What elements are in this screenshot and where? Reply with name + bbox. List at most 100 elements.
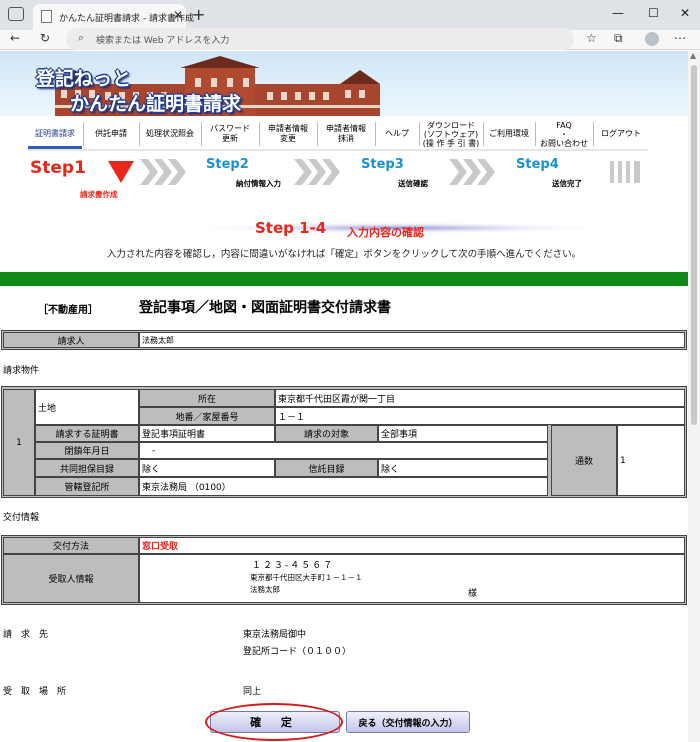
menu-supply-request[interactable]: 供託申請: [84, 119, 138, 149]
location-label: 所在: [139, 389, 275, 407]
maximize-icon[interactable]: ☐: [648, 6, 659, 20]
window-close-icon[interactable]: ✕: [680, 6, 690, 20]
request-target-label: 請求の対象: [275, 425, 378, 442]
step4-sub: 送信完了: [552, 179, 582, 188]
menu-password-update[interactable]: パスワード 更新: [202, 119, 258, 149]
menu-applicant-info-delete[interactable]: 申請者情報 抹消: [318, 119, 374, 149]
menu-help[interactable]: ヘルプ: [376, 119, 418, 149]
request-target-value: 全部事項: [378, 425, 548, 442]
menu-label: 供託申請: [95, 129, 127, 138]
scroll-up-icon[interactable]: ▲: [690, 51, 696, 60]
reload-icon[interactable]: ↻: [40, 31, 50, 45]
menu-label: 申請者情報: [326, 124, 366, 133]
back-to-delivery-info-button[interactable]: 戻る（交付情報の入力）: [346, 711, 470, 733]
recipient-honorific: 様: [468, 589, 478, 599]
new-tab-icon[interactable]: +: [192, 5, 205, 24]
site-banner: 登記ねっと かんたん証明書請求: [0, 51, 688, 116]
requester-label: 請求人: [3, 332, 139, 348]
menu-label: 処理状況照会: [146, 129, 194, 138]
address-placeholder: 検索または Web アドレスを入力: [96, 36, 230, 46]
registry-office-label: 管轄登記所: [35, 477, 139, 496]
menu-label: (操 作 手 引 書): [422, 138, 480, 148]
document-prefix: ［不動産用］: [38, 305, 98, 316]
browser-navbar: ← ↻ ⌕ 検索または Web アドレスを入力 ☆ ⧉ ⋯: [0, 28, 700, 50]
substep-number: Step 1-4: [255, 219, 327, 237]
recipient-postal-code: １２３-４５６７: [252, 561, 335, 571]
search-icon: ⌕: [78, 31, 85, 44]
delivery-section-label: 交付情報: [3, 513, 40, 523]
menu-underline: [28, 149, 648, 151]
document-title: 登記事項／地図・図面証明書交付請求書: [139, 300, 391, 316]
menu-label: ダウンロード: [426, 120, 475, 130]
trust-list-label: 信託目録: [275, 459, 378, 477]
site-logo-line1: 登記ねっと: [36, 68, 132, 90]
property-type: 土地: [35, 389, 139, 425]
step1-label: Step1: [30, 158, 86, 178]
menu-label: ログアウト: [601, 129, 641, 138]
menu-applicant-info-change[interactable]: 申請者情報 変更: [260, 119, 316, 149]
tab-actions-icon[interactable]: [8, 7, 24, 21]
requester-value: 法務太郎: [139, 332, 685, 348]
more-menu-icon[interactable]: ⋯: [674, 31, 686, 45]
menu-label: 抹消: [338, 134, 354, 143]
step4-label: Step4: [516, 157, 559, 172]
profile-avatar[interactable]: [645, 32, 659, 46]
favorites-icon[interactable]: ☆: [586, 31, 597, 45]
current-step-arrow-icon: [108, 161, 134, 183]
menu-label: ・: [560, 129, 568, 139]
instruction-text: 入力された内容を確認し，内容に間違いがなければ「確定」ボタンをクリックして次の手…: [106, 249, 582, 260]
step3-sub: 送信確認: [398, 179, 428, 188]
main-menu: 証明書請求 供託申請 処理状況照会 パスワード 更新 申請者情報 変更 申請者情報抹…: [28, 119, 648, 149]
step2-label: Step2: [206, 157, 249, 172]
pickup-location-label: 受 取 場 所: [3, 687, 67, 697]
request-to-label: 請 求 先: [3, 630, 49, 640]
menu-label: ヘルプ: [385, 129, 409, 138]
menu-label: パスワード: [210, 124, 250, 133]
browser-tab[interactable]: かんたん証明書請求 - 請求書作成 ✕: [33, 4, 194, 30]
back-icon[interactable]: ←: [10, 31, 20, 45]
highlight-circle: [205, 703, 343, 741]
copies-value: 1: [617, 425, 685, 496]
menu-download[interactable]: ダウンロード (ソフトウェア) (操 作 手 引 書): [420, 119, 482, 149]
menu-status-inquiry[interactable]: 処理状況照会: [140, 119, 200, 149]
collateral-list-value: 除く: [139, 459, 275, 477]
recipient-name: 法務太郎: [250, 585, 280, 594]
closed-date-label: 閉鎖年月日: [35, 442, 139, 459]
menu-label: 更新: [222, 134, 238, 143]
minimize-icon[interactable]: —: [612, 6, 624, 20]
menu-label: 変更: [280, 134, 296, 143]
certificate-type-label: 請求する証明書: [35, 425, 139, 442]
step-chevrons-icon: [294, 159, 340, 185]
step-chevrons-icon: [449, 159, 495, 185]
closed-date-value: -: [139, 442, 548, 459]
tab-close-icon[interactable]: ✕: [173, 8, 183, 22]
step-chevrons-icon: [140, 159, 186, 185]
recipient-info-box: １２３-４５６７ 東京都千代田区大手町１－１－１ 法務太郎 様: [139, 554, 685, 603]
delivery-method-value: 窓口受取: [139, 537, 685, 554]
step3-label: Step3: [361, 157, 404, 172]
menu-label: (ソフトウェア): [423, 129, 479, 139]
trust-list-value: 除く: [378, 459, 548, 477]
property-section-label: 請求物件: [3, 366, 40, 376]
menu-label: ご利用環境: [489, 129, 529, 138]
scrollbar-thumb[interactable]: [691, 65, 697, 425]
menu-logout[interactable]: ログアウト: [594, 119, 648, 149]
menu-active-indicator: [28, 146, 82, 149]
lot-number-label: 地番／家屋番号: [139, 407, 275, 425]
menu-label: お問い合わせ: [540, 138, 588, 148]
address-bar[interactable]: ⌕ 検索または Web アドレスを入力: [66, 28, 574, 50]
recipient-address: 東京都千代田区大手町１－１－１: [250, 573, 363, 582]
menu-certificate-request[interactable]: 証明書請求: [28, 119, 82, 149]
certificate-type-value: 登記事項証明書: [139, 425, 275, 442]
copies-label: 通数: [551, 425, 617, 496]
menu-faq[interactable]: FAQ ・お問い合わせ: [536, 119, 592, 149]
menu-usage-environment[interactable]: ご利用環境: [484, 119, 534, 149]
page-favicon-icon: [41, 10, 52, 23]
pickup-location-value: 同上: [243, 687, 262, 697]
page-scrollbar[interactable]: ▲: [688, 51, 700, 742]
menu-label: 証明書請求: [35, 129, 75, 138]
location-value: 東京都千代田区霞が関一丁目: [275, 389, 685, 407]
section-divider-bar: [0, 272, 688, 286]
collections-icon[interactable]: ⧉: [614, 31, 623, 46]
menu-label: 申請者情報: [268, 124, 308, 133]
